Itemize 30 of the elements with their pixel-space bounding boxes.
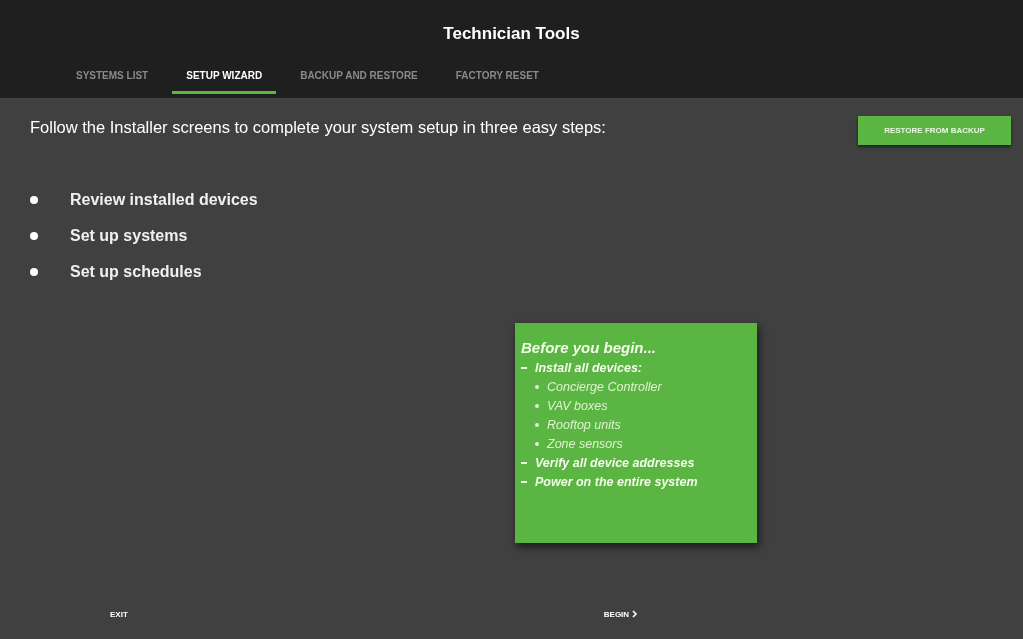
checklist-task: Install all devices:	[535, 361, 642, 375]
tab[interactable]: BACKUP AND RESTORE	[286, 62, 432, 94]
begin-button[interactable]: BEGIN	[599, 605, 643, 623]
window-title: Technician Tools	[443, 24, 580, 44]
bullet-icon	[30, 232, 38, 240]
exit-button[interactable]: EXIT	[106, 605, 132, 623]
bullet-icon	[535, 423, 539, 427]
step-text: Set up systems	[70, 227, 188, 245]
checklist-device: Zone sensors	[547, 437, 623, 451]
checklist-task: Verify all device addresses	[535, 456, 695, 470]
checklist-device: Rooftop units	[547, 418, 621, 432]
tab[interactable]: FACTORY RESET	[441, 62, 553, 94]
step-text: Review installed devices	[70, 191, 258, 209]
tab[interactable]: SYSTEMS LIST	[62, 62, 163, 94]
bullet-icon	[535, 404, 539, 408]
bullet-icon	[535, 385, 539, 389]
dash-icon	[521, 481, 527, 483]
instruction-text: Follow the Installer screens to complete your system setup in three easy steps:	[30, 118, 606, 137]
bullet-icon	[30, 268, 38, 276]
chevron-icon	[632, 610, 639, 618]
step-text: Set up schedules	[70, 263, 202, 281]
dash-icon	[521, 367, 527, 369]
dash-icon	[521, 462, 527, 464]
checklist-device: VAV boxes	[547, 399, 608, 413]
checklist-task: Power on the entire system	[535, 475, 698, 489]
checklist-device: Concierge Controller	[547, 380, 662, 394]
checklist-heading: Before you begin...	[521, 339, 657, 356]
bullet-icon	[30, 196, 38, 204]
bullet-icon	[535, 442, 539, 446]
tab[interactable]: SETUP WIZARD	[172, 62, 277, 94]
